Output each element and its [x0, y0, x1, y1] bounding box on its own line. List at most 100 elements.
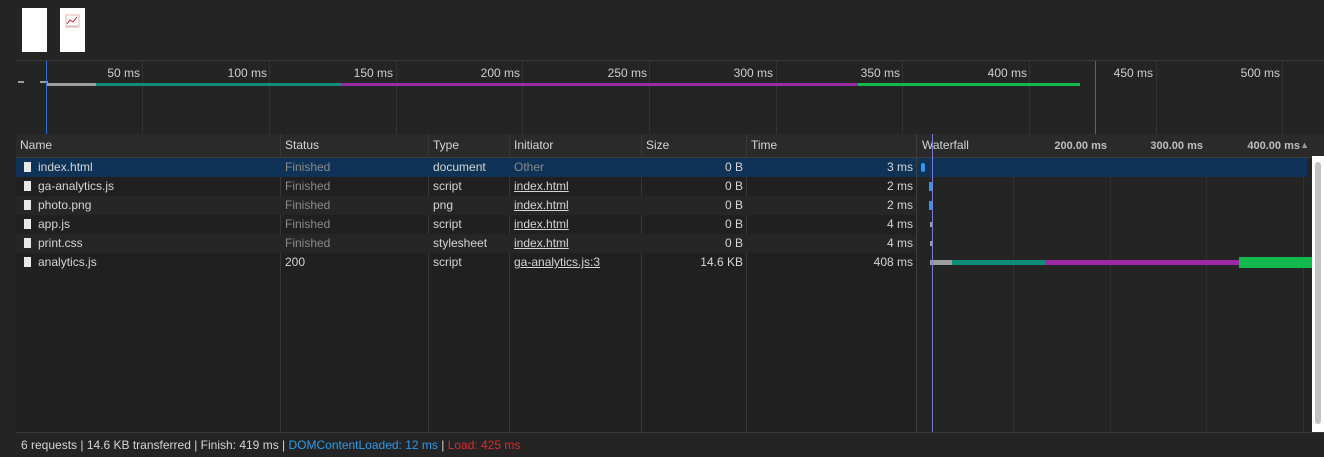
grid-line	[776, 61, 777, 134]
dom-content-loaded-status: DOMContentLoaded: 12 ms	[288, 438, 438, 452]
grid-line	[1156, 61, 1157, 134]
cell-type: script	[433, 179, 462, 193]
screenshot-strip	[0, 0, 1324, 60]
overview-tick: 350 ms	[860, 66, 900, 80]
waterfall-scrollbar[interactable]	[1312, 156, 1324, 432]
table-row[interactable]: app.js Finished script index.html 0 B 4 …	[16, 215, 916, 234]
scrollbar-thumb[interactable]	[1315, 162, 1321, 424]
cell-name: print.css	[24, 234, 278, 253]
grid-line	[1110, 158, 1111, 432]
file-icon	[24, 238, 31, 248]
table-row[interactable]: print.css Finished stylesheet index.html…	[16, 234, 916, 253]
table-row[interactable]: ga-analytics.js Finished script index.ht…	[16, 177, 916, 196]
column-header-type[interactable]: Type	[429, 134, 509, 157]
request-name: app.js	[38, 217, 71, 231]
chart-icon	[65, 14, 80, 28]
cell-size: 14.6 KB	[700, 255, 743, 269]
load-status: Load: 425 ms	[447, 438, 521, 452]
cell-type: script	[433, 217, 462, 231]
column-header-initiator[interactable]: Initiator	[510, 134, 642, 157]
grid-line	[142, 61, 143, 134]
cell-status: Finished	[285, 236, 331, 250]
cell-initiator-link[interactable]: ga-analytics.js:3	[514, 253, 638, 272]
overview-tick: 50 ms	[107, 66, 140, 80]
column-header-status[interactable]: Status	[281, 134, 428, 157]
grid-line	[522, 61, 523, 134]
cell-size: 0 B	[724, 179, 743, 193]
column-header-name[interactable]: Name	[16, 134, 280, 157]
grid-line	[1029, 61, 1030, 134]
waterfall-tick: 200.00 ms	[1054, 140, 1107, 152]
cell-size: 0 B	[724, 198, 743, 212]
overview-bar-download	[858, 83, 1080, 86]
waterfall-header[interactable]: Waterfall 200.00 ms 300.00 ms 400.00 ms …	[917, 134, 1313, 158]
overview-bar-waiting	[342, 83, 858, 86]
cell-initiator-link[interactable]: index.html	[514, 234, 638, 253]
cell-time: 2 ms	[886, 198, 913, 212]
grid-line	[1206, 158, 1207, 432]
waterfall-bar-waiting	[1045, 260, 1239, 265]
cell-name: ga-analytics.js	[24, 177, 278, 196]
request-name: analytics.js	[38, 255, 97, 269]
cell-type: document	[433, 160, 486, 174]
waterfall-tick: 300.00 ms	[1150, 140, 1203, 152]
grid-line	[902, 61, 903, 134]
cell-type: stylesheet	[433, 236, 488, 250]
screenshot-thumbnail-page[interactable]	[60, 8, 85, 52]
overview-tick: 500 ms	[1240, 66, 1280, 80]
request-name: print.css	[38, 236, 83, 250]
overview-tick: 250 ms	[607, 66, 647, 80]
cell-size: 0 B	[724, 217, 743, 231]
cell-time: 2 ms	[886, 179, 913, 193]
grid-line	[1013, 158, 1014, 432]
table-row[interactable]: analytics.js 200 script ga-analytics.js:…	[16, 253, 916, 272]
grid-line	[269, 61, 270, 134]
overview-tick: 400 ms	[987, 66, 1027, 80]
cell-initiator-link[interactable]: index.html	[514, 215, 638, 234]
grid-line	[1303, 158, 1304, 432]
cell-initiator-link[interactable]: index.html	[514, 177, 638, 196]
waterfall-column[interactable]: Waterfall 200.00 ms 300.00 ms 400.00 ms …	[916, 134, 1313, 432]
request-name: ga-analytics.js	[38, 179, 115, 193]
column-header-size[interactable]: Size	[642, 134, 746, 157]
overview-tick: 200 ms	[480, 66, 520, 80]
waterfall-bar-download	[1239, 257, 1313, 268]
grid-line	[396, 61, 397, 134]
overview-bar-connect	[96, 83, 342, 86]
cell-time: 408 ms	[873, 255, 913, 269]
file-icon	[24, 219, 31, 229]
overview-tick: 450 ms	[1113, 66, 1153, 80]
cell-type: script	[433, 255, 462, 269]
overview-timeline[interactable]: 50 ms 100 ms 150 ms 200 ms 250 ms 300 ms…	[16, 60, 1324, 135]
cell-size: 0 B	[724, 160, 743, 174]
file-icon	[24, 162, 31, 172]
column-header-waterfall[interactable]: Waterfall	[922, 134, 969, 156]
status-summary: 6 requests | 14.6 KB transferred | Finis…	[21, 438, 289, 452]
waterfall-bar-connect	[952, 260, 1045, 265]
cell-time: 4 ms	[886, 236, 913, 250]
cell-status: Finished	[285, 198, 331, 212]
cell-status: 200	[285, 255, 306, 269]
request-name: index.html	[38, 160, 93, 174]
cell-status: Finished	[285, 179, 331, 193]
cell-initiator-link[interactable]: index.html	[514, 196, 638, 215]
load-marker	[1095, 61, 1096, 134]
waterfall-row-selected	[917, 158, 1307, 177]
waterfall-tick: 400.00 ms	[1247, 140, 1300, 152]
cell-status: Finished	[285, 160, 331, 174]
file-icon	[24, 257, 31, 267]
table-row[interactable]: photo.png Finished png index.html 0 B 2 …	[16, 196, 916, 215]
dom-content-loaded-line	[932, 134, 933, 432]
column-header-time[interactable]: Time	[747, 134, 916, 157]
overview-bar-queue	[46, 83, 96, 86]
sort-ascending-icon[interactable]: ▲	[1300, 134, 1309, 156]
table-row[interactable]: index.html Finished document Other 0 B 3…	[16, 158, 916, 177]
overview-tick: 300 ms	[733, 66, 773, 80]
cell-initiator: Other	[514, 160, 545, 174]
waterfall-bar-queue	[930, 260, 952, 265]
screenshot-thumbnail-blank[interactable]	[22, 8, 47, 52]
waterfall-bar	[921, 163, 925, 172]
request-name: photo.png	[38, 198, 92, 212]
overview-bar-small	[18, 81, 24, 83]
grid-line	[649, 61, 650, 134]
